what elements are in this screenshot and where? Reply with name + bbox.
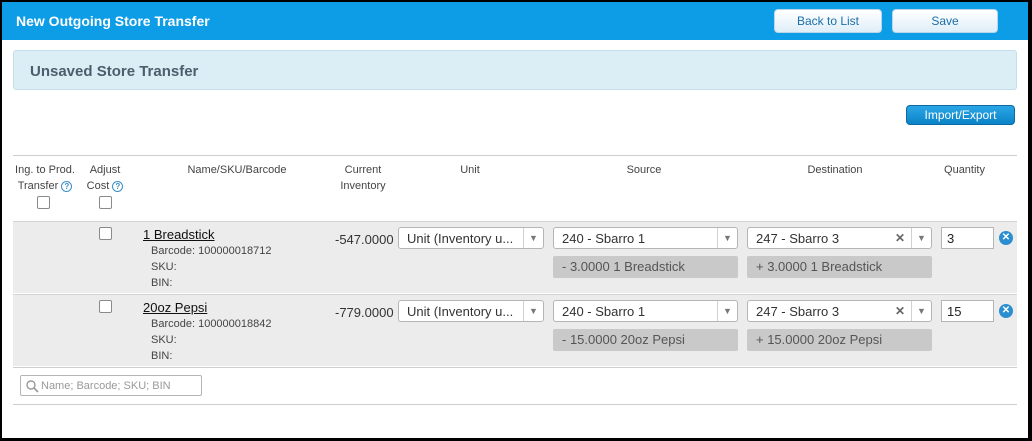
col-adjust-cost-label: Cost [86, 180, 110, 192]
col-ing-to-prod-line1: Ing. to Prod. [15, 164, 75, 176]
quantity-input[interactable]: 15 [941, 300, 994, 322]
chevron-down-icon: ▼ [523, 301, 543, 321]
unit-select-value: Unit (Inventory u... [407, 231, 514, 246]
destination-select[interactable]: 247 - Sbarro 3 ✕ ▼ [747, 227, 932, 249]
banner-text: Unsaved Store Transfer [30, 63, 199, 80]
search-icon [26, 380, 39, 393]
table-row: 1 Breadstick Barcode: 100000018712 SKU: … [13, 221, 1017, 293]
col-ing-to-prod-line2: Transfer ? [10, 178, 80, 194]
header-divider [13, 155, 1017, 156]
adjust-cost-checkbox[interactable] [99, 300, 112, 313]
search-input[interactable] [41, 378, 199, 393]
quantity-input[interactable]: 3 [941, 227, 994, 249]
source-select-value: 240 - Sbarro 1 [562, 231, 646, 246]
item-barcode: Barcode: 100000018842 [151, 318, 272, 330]
current-inventory: -547.0000 [335, 232, 394, 247]
close-icon[interactable]: ✕ [895, 304, 905, 318]
chevron-down-icon: ▼ [911, 228, 931, 248]
close-icon[interactable]: ✕ [895, 231, 905, 245]
source-select[interactable]: 240 - Sbarro 1 ▼ [553, 227, 738, 249]
destination-select-value: 247 - Sbarro 3 [756, 231, 840, 246]
destination-select[interactable]: 247 - Sbarro 3 ✕ ▼ [747, 300, 932, 322]
destination-select-value: 247 - Sbarro 3 [756, 304, 840, 319]
source-select-value: 240 - Sbarro 1 [562, 304, 646, 319]
help-icon[interactable]: ? [61, 180, 73, 192]
col-adjust-cost-line1: Adjust [89, 164, 121, 176]
help-icon[interactable]: ? [112, 180, 124, 192]
destination-change-note: + 3.0000 1 Breadstick [747, 256, 932, 278]
source-select[interactable]: 240 - Sbarro 1 ▼ [553, 300, 738, 322]
chevron-down-icon: ▼ [523, 228, 543, 248]
current-inventory: -779.0000 [335, 305, 394, 320]
remove-row-icon[interactable]: ✕ [999, 231, 1013, 245]
remove-row-icon[interactable]: ✕ [999, 304, 1013, 318]
unit-select[interactable]: Unit (Inventory u... ▼ [398, 300, 544, 322]
status-banner: Unsaved Store Transfer [13, 50, 1017, 90]
unit-select[interactable]: Unit (Inventory u... ▼ [398, 227, 544, 249]
top-bar: New Outgoing Store Transfer Back to List… [2, 2, 1028, 40]
item-bin: BIN: [151, 350, 173, 362]
item-barcode: Barcode: 100000018712 [151, 245, 272, 257]
col-current-inventory-line2: Inventory [340, 180, 386, 192]
item-name-link[interactable]: 1 Breadstick [143, 227, 215, 242]
item-bin: BIN: [151, 277, 173, 289]
adjust-cost-checkbox[interactable] [99, 227, 112, 240]
col-current-inventory: Current Inventory [327, 162, 399, 194]
rows-bottom-divider [13, 367, 1017, 368]
source-change-note: - 3.0000 1 Breadstick [553, 256, 738, 278]
col-adjust-cost: Adjust Cost ? [80, 162, 130, 194]
item-search-field[interactable] [20, 375, 202, 396]
col-quantity: Quantity [944, 164, 985, 176]
col-adjust-cost-line2: Cost ? [80, 178, 130, 194]
app-window: New Outgoing Store Transfer Back to List… [2, 2, 1028, 438]
chevron-down-icon: ▼ [717, 301, 737, 321]
item-sku: SKU: [151, 261, 177, 273]
col-ing-to-prod-label: Transfer [17, 180, 59, 192]
col-source: Source [626, 164, 662, 176]
adjust-cost-all-checkbox[interactable] [99, 196, 112, 209]
col-name: Name/SKU/Barcode [187, 164, 287, 176]
col-destination: Destination [807, 164, 863, 176]
col-unit: Unit [460, 164, 480, 176]
back-to-list-button[interactable]: Back to List [774, 9, 882, 33]
save-button[interactable]: Save [892, 9, 998, 33]
unit-select-value: Unit (Inventory u... [407, 304, 514, 319]
chevron-down-icon: ▼ [717, 228, 737, 248]
footer-divider [13, 404, 1017, 405]
chevron-down-icon: ▼ [911, 301, 931, 321]
import-export-button[interactable]: Import/Export [906, 105, 1015, 125]
page-title: New Outgoing Store Transfer [16, 13, 210, 29]
item-sku: SKU: [151, 334, 177, 346]
col-ing-to-prod: Ing. to Prod. Transfer ? [10, 162, 80, 194]
table-row: 20oz Pepsi Barcode: 100000018842 SKU: BI… [13, 294, 1017, 366]
col-current-inventory-line1: Current [344, 164, 382, 176]
source-change-note: - 15.0000 20oz Pepsi [553, 329, 738, 351]
ing-to-prod-all-checkbox[interactable] [37, 196, 50, 209]
item-name-link[interactable]: 20oz Pepsi [143, 300, 207, 315]
destination-change-note: + 15.0000 20oz Pepsi [747, 329, 932, 351]
